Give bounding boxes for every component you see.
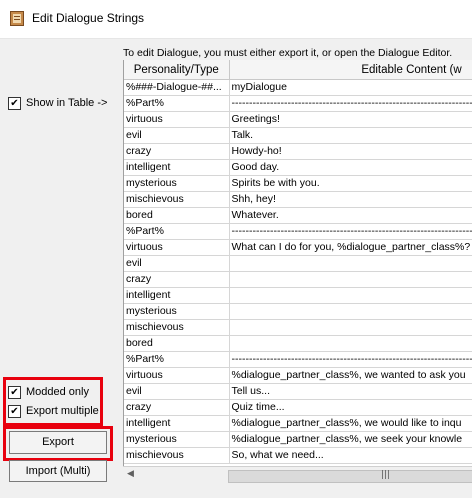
export-button[interactable]: Export	[9, 431, 107, 454]
content-cell[interactable]	[229, 271, 472, 288]
horizontal-scrollbar[interactable]: ◀ |||	[123, 466, 472, 484]
content-cell[interactable]: What can I do for you, %dialogue_partner…	[229, 239, 472, 256]
content-cell[interactable]: Shh, hey!	[229, 191, 472, 208]
personality-cell[interactable]: crazy	[124, 143, 230, 160]
arrow-left-icon[interactable]: ◀	[127, 469, 134, 479]
table-row[interactable]: evil	[124, 255, 472, 272]
personality-cell[interactable]: intelligent	[124, 287, 230, 304]
show-in-table-label: Show in Table ->	[26, 97, 108, 109]
table-row[interactable]: %Part% ----------------------------------…	[124, 223, 472, 240]
content-cell[interactable]: So, what we need...	[229, 447, 472, 464]
export-multiple-checkbox[interactable]: ✔ Export multiple	[8, 404, 99, 418]
content-cell[interactable]	[229, 335, 472, 352]
personality-cell[interactable]: mysterious	[124, 175, 230, 192]
table-row[interactable]: %Part% ----------------------------------…	[124, 351, 472, 368]
content-cell[interactable]: Good day.	[229, 159, 472, 176]
content-cell[interactable]	[229, 287, 472, 304]
modded-only-label: Modded only	[26, 386, 89, 398]
table-row[interactable]: crazy Howdy-ho!	[124, 143, 472, 160]
modded-only-checkbox[interactable]: ✔ Modded only	[8, 385, 89, 399]
table-row[interactable]: %###-Dialogue-##... myDialogue	[124, 79, 472, 96]
personality-cell[interactable]: %Part%	[124, 223, 230, 240]
content-cell[interactable]: Howdy-ho!	[229, 143, 472, 160]
content-cell[interactable]: %dialogue_partner_class%, we wanted to a…	[229, 367, 472, 384]
table-row[interactable]: virtuous Greetings!	[124, 111, 472, 128]
content-cell[interactable]	[229, 319, 472, 336]
personality-cell[interactable]: intelligent	[124, 415, 230, 432]
show-in-table-checkbox[interactable]: ✔ Show in Table ->	[8, 96, 107, 110]
table-row[interactable]: intelligent Good day.	[124, 159, 472, 176]
personality-cell[interactable]: virtuous	[124, 111, 230, 128]
dialogue-table[interactable]: Personality/Type Editable Content (w %##…	[123, 60, 472, 484]
table-row[interactable]: mischievous	[124, 319, 472, 336]
table-row[interactable]: virtuous What can I do for you, %dialogue…	[124, 239, 472, 256]
personality-cell[interactable]: bored	[124, 335, 230, 352]
content-cell[interactable]	[229, 303, 472, 320]
export-multiple-label: Export multiple	[26, 405, 99, 417]
personality-cell[interactable]: mischievous	[124, 191, 230, 208]
content-cell[interactable]: myDialogue	[229, 79, 472, 96]
table-row[interactable]: mysterious %dialogue_partner_class%, we s…	[124, 431, 472, 448]
content-cell[interactable]: ----------------------------------------…	[229, 351, 472, 368]
personality-cell[interactable]: virtuous	[124, 239, 230, 256]
personality-cell[interactable]: %###-Dialogue-##...	[124, 79, 230, 96]
personality-cell[interactable]: mischievous	[124, 319, 230, 336]
scroll-grip-icon: |||	[381, 470, 391, 480]
table-row[interactable]: virtuous %dialogue_partner_class%, we wan…	[124, 367, 472, 384]
table-row[interactable]: crazy	[124, 271, 472, 288]
table-row[interactable]: mischievous Shh, hey!	[124, 191, 472, 208]
import-multi-button[interactable]: Import (Multi)	[9, 460, 107, 482]
checkbox-checkmark-icon: ✔	[8, 96, 21, 110]
table-row[interactable]: mischievous So, what we need...	[124, 447, 472, 464]
column-header-personality[interactable]: Personality/Type	[124, 60, 230, 80]
personality-cell[interactable]: mysterious	[124, 431, 230, 448]
personality-cell[interactable]: %Part%	[124, 95, 230, 112]
content-cell[interactable]: Whatever.	[229, 207, 472, 224]
personality-cell[interactable]: evil	[124, 127, 230, 144]
table-row[interactable]: mysterious	[124, 303, 472, 320]
instruction-text: To edit Dialogue, you must either export…	[123, 47, 453, 59]
content-cell[interactable]: %dialogue_partner_class%, we would like …	[229, 415, 472, 432]
personality-cell[interactable]: crazy	[124, 399, 230, 416]
content-cell[interactable]	[229, 255, 472, 272]
personality-cell[interactable]: intelligent	[124, 159, 230, 176]
table-row[interactable]: crazy Quiz time...	[124, 399, 472, 416]
content-cell[interactable]: ----------------------------------------…	[229, 223, 472, 240]
personality-cell[interactable]: evil	[124, 255, 230, 272]
personality-cell[interactable]: mysterious	[124, 303, 230, 320]
table-row[interactable]: intelligent	[124, 287, 472, 304]
table-row[interactable]: intelligent %dialogue_partner_class%, we …	[124, 415, 472, 432]
personality-cell[interactable]: crazy	[124, 271, 230, 288]
content-cell[interactable]: Quiz time...	[229, 399, 472, 416]
table-row[interactable]: mysterious Spirits be with you.	[124, 175, 472, 192]
content-cell[interactable]: %dialogue_partner_class%, we seek your k…	[229, 431, 472, 448]
personality-cell[interactable]: evil	[124, 383, 230, 400]
table-row[interactable]: bored	[124, 335, 472, 352]
personality-cell[interactable]: virtuous	[124, 367, 230, 384]
dialogue-book-icon	[10, 11, 24, 26]
table-row[interactable]: bored Whatever.	[124, 207, 472, 224]
scrollbar-thumb[interactable]	[228, 470, 472, 483]
content-cell[interactable]: Spirits be with you.	[229, 175, 472, 192]
personality-cell[interactable]: %Part%	[124, 351, 230, 368]
checkbox-checkmark-icon: ✔	[8, 385, 21, 399]
content-cell[interactable]: Greetings!	[229, 111, 472, 128]
personality-cell[interactable]: mischievous	[124, 447, 230, 464]
table-row[interactable]: %Part% ----------------------------------…	[124, 95, 472, 112]
content-cell[interactable]: Talk.	[229, 127, 472, 144]
column-header-content[interactable]: Editable Content (w	[229, 60, 472, 80]
content-cell[interactable]: ----------------------------------------…	[229, 95, 472, 112]
personality-cell[interactable]: bored	[124, 207, 230, 224]
checkbox-checkmark-icon: ✔	[8, 404, 21, 418]
window-title: Edit Dialogue Strings	[32, 11, 145, 25]
content-cell[interactable]: Tell us...	[229, 383, 472, 400]
title-bar: Edit Dialogue Strings	[0, 0, 472, 39]
table-row[interactable]: evil Tell us...	[124, 383, 472, 400]
table-row[interactable]: evil Talk.	[124, 127, 472, 144]
